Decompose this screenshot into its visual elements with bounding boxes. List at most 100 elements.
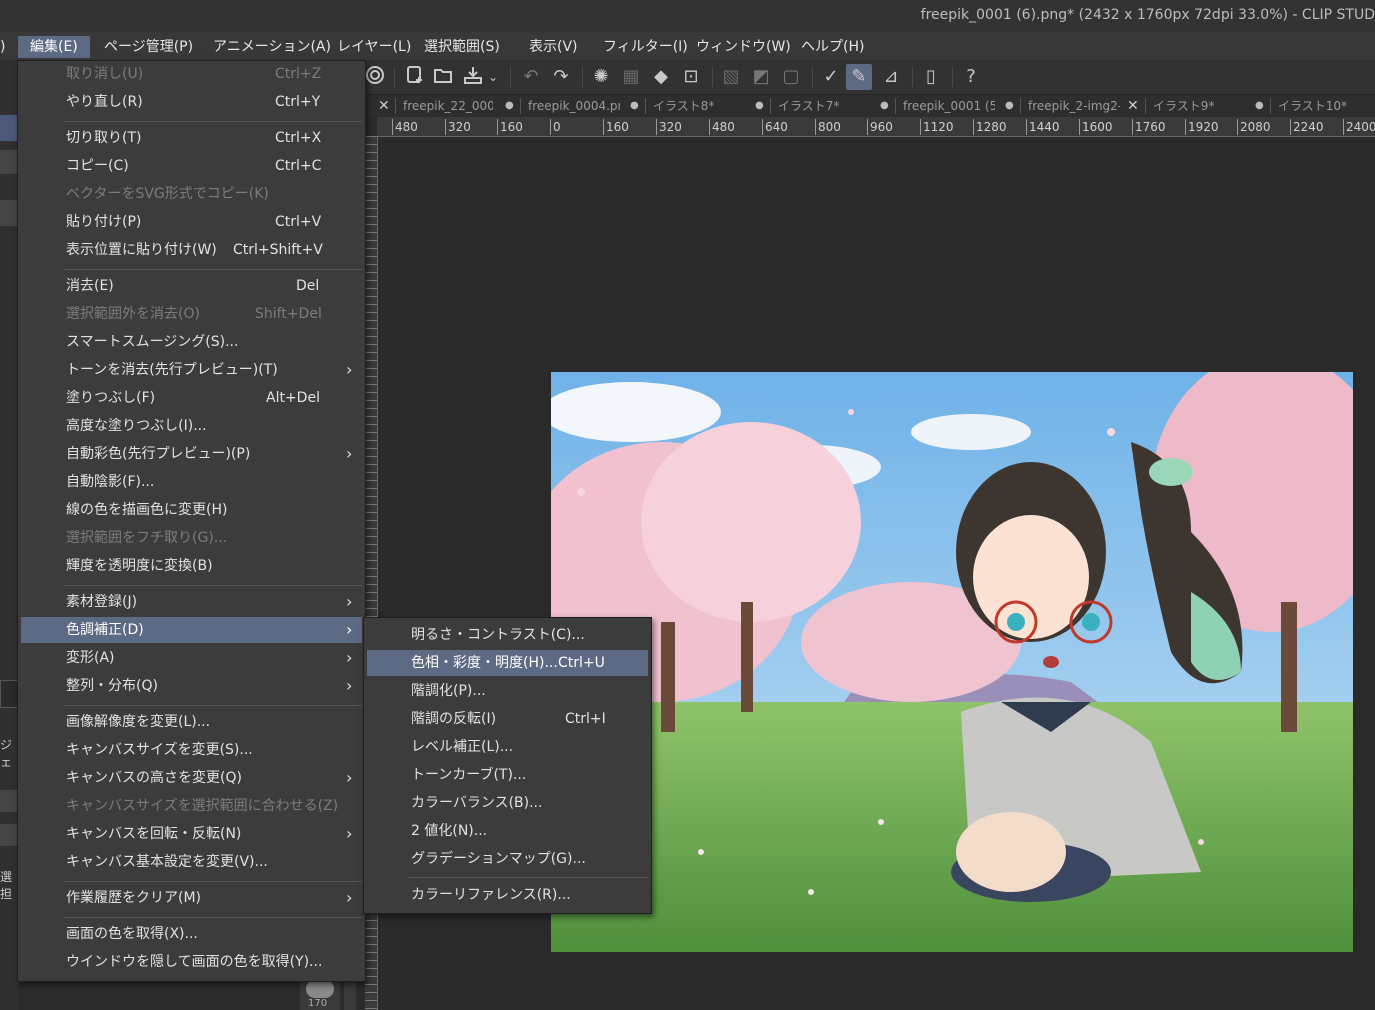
tab-document[interactable]: freepik_22_0001	[403, 95, 493, 117]
panel-scrollbar[interactable]	[344, 978, 356, 1010]
chevron-right-icon: ›	[346, 444, 353, 463]
tool-button[interactable]	[0, 150, 18, 174]
menu-item-redo[interactable]: やり直し(R) Ctrl+Y	[18, 89, 365, 115]
menu-item-border-selection[interactable]: 選択範囲をフチ取り(G)...	[18, 525, 365, 551]
brush-size-slot[interactable]: 170	[300, 978, 340, 1010]
menu-prev-fragment[interactable]: )	[0, 36, 5, 58]
menu-item-cut[interactable]: 切り取り(T) Ctrl+X	[18, 125, 365, 151]
transform-icon[interactable]: ⊡	[678, 64, 704, 90]
deselect-icon[interactable]: ▧	[718, 64, 744, 90]
loading-spinner-icon[interactable]: ✺	[588, 64, 614, 90]
menu-item-clear[interactable]: 消去(E) Del	[18, 273, 365, 299]
redo-icon[interactable]: ↷	[548, 64, 574, 90]
tab-separator	[645, 98, 646, 114]
menu-item-clear-outside[interactable]: 選択範囲外を消去(O) Shift+Del	[18, 301, 365, 327]
panel-slot[interactable]	[0, 824, 18, 846]
save-icon[interactable]	[460, 64, 486, 90]
menu-item-auto-color[interactable]: 自動彩色(先行プレビュー)(P) ›	[18, 441, 365, 467]
ruler-tick: 1920	[1185, 119, 1219, 135]
tool-button-active[interactable]	[0, 115, 18, 141]
submenu-item-gradient-map[interactable]: グラデーションマップ(G)...	[364, 846, 651, 872]
menu-item-pick-screen-color[interactable]: 画面の色を取得(X)...	[18, 921, 365, 947]
menu-item-fit-canvas[interactable]: キャンバスサイズを選択範囲に合わせる(Z)	[18, 793, 365, 819]
menu-item-rotate-canvas[interactable]: キャンバスを回転・反転(N) ›	[18, 821, 365, 847]
tool-button[interactable]	[0, 200, 18, 226]
menu-item-auto-shade[interactable]: 自動陰影(F)...	[18, 469, 365, 495]
panel-label-fragment: 選担	[0, 870, 13, 901]
menu-item-smart-smoothing[interactable]: スマートスムージング(S)...	[18, 329, 365, 355]
menu-filter[interactable]: フィルター(I)	[603, 36, 688, 58]
submenu-item-levels[interactable]: レベル補正(L)...	[364, 734, 651, 760]
menu-item-copy[interactable]: コピー(C) Ctrl+C	[18, 153, 365, 179]
menu-item-luminance-to-opacity[interactable]: 輝度を透明度に変換(B)	[18, 553, 365, 579]
horizontal-ruler: 480 320 160 0 160 320 480 640 800 960 11…	[377, 117, 1375, 137]
menu-item-copy-svg[interactable]: ベクターをSVG形式でコピー(K)	[18, 181, 365, 207]
device-icon[interactable]: ▯	[918, 64, 944, 90]
draw-correct-icon[interactable]: ✓	[818, 64, 844, 90]
new-canvas-icon[interactable]	[402, 64, 428, 90]
toolbar-separator	[582, 67, 583, 87]
left-tool-panel: ジェ 選担	[0, 60, 20, 1010]
selection-border-icon[interactable]: ▢	[778, 64, 804, 90]
tab-document[interactable]: イラスト7*	[778, 95, 870, 117]
menu-item-hide-window-pick-color[interactable]: ウインドウを隠して画面の色を取得(Y)...	[18, 949, 365, 975]
panel-slot[interactable]	[0, 790, 18, 812]
menu-item-transform[interactable]: 変形(A) ›	[18, 645, 365, 671]
tab-separator	[895, 98, 896, 114]
menu-item-fill[interactable]: 塗りつぶし(F) Alt+Del	[18, 385, 365, 411]
open-folder-icon[interactable]	[430, 64, 456, 90]
menu-item-tonal-correction[interactable]: 色調補正(D) ›	[21, 617, 362, 643]
menu-item-paste-in-place[interactable]: 表示位置に貼り付け(W) Ctrl+Shift+V	[18, 237, 365, 263]
submenu-item-invert[interactable]: 階調の反転(I) Ctrl+I	[364, 706, 651, 732]
dropdown-arrow-icon[interactable]: ⌄	[486, 64, 500, 90]
menu-separator	[64, 881, 362, 882]
tab-document[interactable]: イラスト10*	[1278, 95, 1370, 117]
close-icon[interactable]: ✕	[1127, 95, 1141, 117]
modified-dot-icon: ●	[1005, 100, 1014, 111]
submenu-item-posterize[interactable]: 階調化(P)...	[364, 678, 651, 704]
menu-selection[interactable]: 選択範囲(S)	[424, 36, 500, 58]
tab-document[interactable]: freepik_0004.png	[528, 95, 620, 117]
submenu-item-tone-curve[interactable]: トーンカーブ(T)...	[364, 762, 651, 788]
artwork-image[interactable]	[551, 372, 1353, 952]
menu-item-advanced-fill[interactable]: 高度な塗りつぶし(I)...	[18, 413, 365, 439]
submenu-item-color-reference[interactable]: カラーリファレンス(R)...	[364, 882, 651, 908]
fill-bucket-icon[interactable]: ◆	[648, 64, 674, 90]
submenu-item-brightness-contrast[interactable]: 明るさ・コントラスト(C)...	[364, 622, 651, 648]
menu-item-undo[interactable]: 取り消し(U) Ctrl+Z	[18, 61, 365, 87]
submenu-item-hue-saturation[interactable]: 色相・彩度・明度(H)... Ctrl+U	[367, 650, 648, 676]
help-icon[interactable]: ?	[958, 64, 984, 90]
undo-icon[interactable]: ↶	[518, 64, 544, 90]
tab-document[interactable]: イラスト9*	[1153, 95, 1245, 117]
brush-preview-dot	[306, 980, 334, 998]
menu-item-canvas-size[interactable]: キャンバスサイズを変更(S)...	[18, 737, 365, 763]
menu-animation[interactable]: アニメーション(A)	[213, 36, 331, 58]
menu-item-paste[interactable]: 貼り付け(P) Ctrl+V	[18, 209, 365, 235]
ruler-pen-icon[interactable]: ⊿	[878, 64, 904, 90]
menu-item-align-distribute[interactable]: 整列・分布(Q) ›	[18, 673, 365, 699]
menu-item-image-resolution[interactable]: 画像解像度を変更(L)...	[18, 709, 365, 735]
menu-page[interactable]: ページ管理(P)	[104, 36, 193, 58]
ruler-tick: 2080	[1237, 119, 1271, 135]
menu-item-clear-history[interactable]: 作業履歴をクリア(M) ›	[18, 885, 365, 911]
menu-window[interactable]: ウィンドウ(W)	[696, 36, 791, 58]
ruler-tick: 2240	[1290, 119, 1324, 135]
menu-item-line-color[interactable]: 線の色を描画色に変更(H)	[18, 497, 365, 523]
menu-layer[interactable]: レイヤー(L)	[337, 36, 411, 58]
selection-clear-icon[interactable]: ▦	[618, 64, 644, 90]
draw-correct-active-icon[interactable]: ✎	[846, 64, 872, 90]
menu-item-clear-tone[interactable]: トーンを消去(先行プレビュー)(T) ›	[18, 357, 365, 383]
menu-item-canvas-height[interactable]: キャンバスの高さを変更(Q) ›	[18, 765, 365, 791]
menu-edit[interactable]: 編集(E)	[18, 36, 90, 58]
menu-view[interactable]: 表示(V)	[529, 36, 578, 58]
tab-document[interactable]: freepik_2-img2-	[1028, 95, 1120, 117]
tab-document[interactable]: イラスト8*	[653, 95, 745, 117]
menu-item-canvas-settings[interactable]: キャンバス基本設定を変更(V)...	[18, 849, 365, 875]
menu-item-register-material[interactable]: 素材登録(J) ›	[18, 589, 365, 615]
menu-help[interactable]: ヘルプ(H)	[801, 36, 864, 58]
submenu-item-color-balance[interactable]: カラーバランス(B)...	[364, 790, 651, 816]
invert-selection-icon[interactable]: ◩	[748, 64, 774, 90]
submenu-item-binarize[interactable]: 2 値化(N)...	[364, 818, 651, 844]
tab-document[interactable]: freepik_0001 (5)	[903, 95, 995, 117]
close-icon[interactable]: ✕	[378, 95, 392, 117]
